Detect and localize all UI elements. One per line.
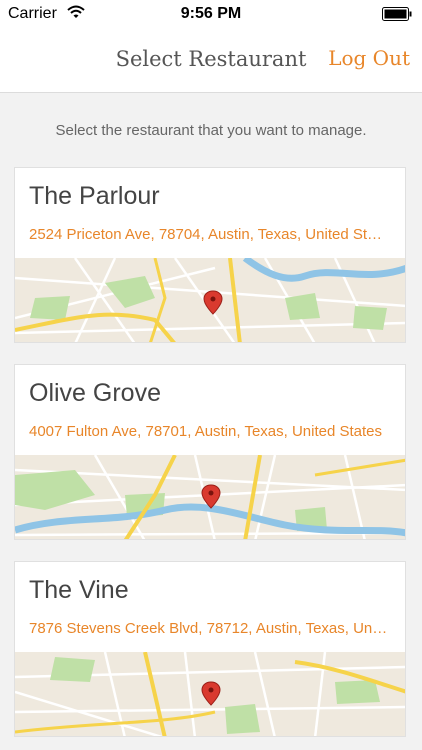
restaurant-name: The Vine bbox=[29, 576, 129, 604]
restaurant-map bbox=[15, 652, 405, 736]
restaurant-name: Olive Grove bbox=[29, 379, 161, 407]
restaurant-address: 2524 Priceton Ave, 78704, Austin, Texas,… bbox=[29, 226, 389, 243]
restaurant-address: 4007 Fulton Ave, 78701, Austin, Texas, U… bbox=[29, 423, 383, 440]
restaurant-map bbox=[15, 455, 405, 539]
clock-time: 9:56 PM bbox=[180, 5, 242, 22]
restaurant-card-the-parlour[interactable]: The Parlour 2524 Priceton Ave, 78704, Au… bbox=[14, 167, 406, 343]
restaurant-name: The Parlour bbox=[29, 182, 160, 210]
restaurant-card-olive-grove[interactable]: Olive Grove 4007 Fulton Ave, 78701, Aust… bbox=[14, 364, 406, 540]
navigation-bar: Select Restaurant Log Out bbox=[0, 28, 422, 93]
restaurant-address: 7876 Stevens Creek Blvd, 78712, Austin, … bbox=[29, 620, 389, 637]
restaurant-map bbox=[15, 258, 405, 342]
status-bar: Carrier 9:56 PM bbox=[0, 0, 422, 28]
restaurant-card-the-vine[interactable]: The Vine 7876 Stevens Creek Blvd, 78712,… bbox=[14, 561, 406, 737]
instruction-text: Select the restaurant that you want to m… bbox=[55, 122, 367, 139]
log-out-button[interactable]: Log Out bbox=[328, 46, 410, 70]
battery-icon bbox=[382, 7, 412, 21]
